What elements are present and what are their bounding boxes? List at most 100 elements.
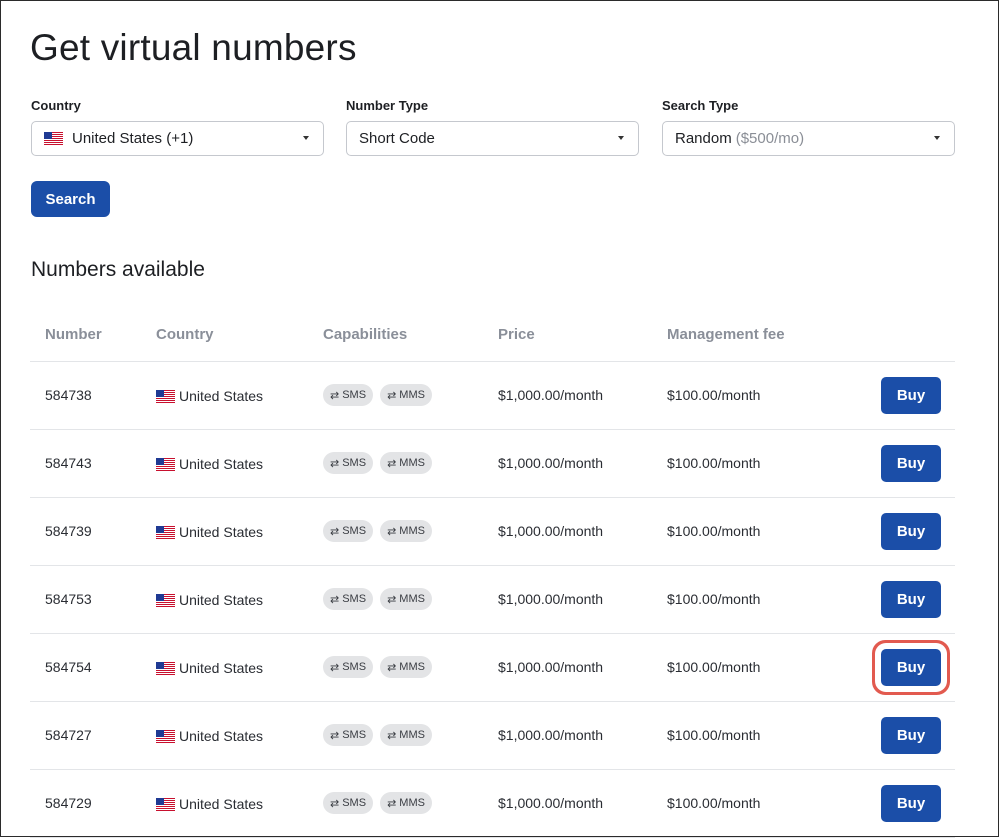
capability-badge: ⇄ MMS [380, 656, 432, 678]
search-type-select-value: Random [675, 130, 732, 147]
capabilities-cell: ⇄ SMS ⇄ MMS [323, 588, 432, 610]
capability-badge: ⇄ MMS [380, 452, 432, 474]
table-row: 584753 United States ⇄ SMS ⇄ MMS $1,000.00/mon… [30, 566, 955, 634]
country-label: Country [31, 98, 81, 113]
management-fee-cell: $100.00/month [667, 523, 761, 539]
country-name: United States [179, 388, 264, 404]
search-type-label: Search Type [662, 98, 739, 113]
management-fee-cell: $100.00/month [667, 659, 761, 675]
swap-arrows-icon: ⇄ [387, 796, 397, 810]
table-body: 584738 United States ⇄ SMS ⇄ MMS $1,000.00/mon… [30, 362, 955, 838]
country-cell: United States [156, 796, 263, 812]
caret-down-icon [934, 136, 940, 140]
buy-button[interactable]: Buy [881, 785, 941, 822]
country-cell: United States [156, 524, 263, 540]
management-fee-cell: $100.00/month [667, 387, 761, 403]
management-fee-cell: $100.00/month [667, 727, 761, 743]
swap-arrows-icon: ⇄ [387, 660, 397, 674]
us-flag-icon [156, 457, 175, 471]
table-row: 584754 United States ⇄ SMS ⇄ MMS $1,000.00/mon… [30, 634, 955, 702]
country-name: United States [179, 796, 264, 812]
swap-arrows-icon: ⇄ [330, 592, 340, 606]
price-cell: $1,000.00/month [498, 387, 604, 403]
country-select[interactable]: United States (+1) [31, 121, 324, 156]
capability-badge: ⇄ SMS [323, 792, 374, 814]
capability-label: SMS [342, 593, 367, 605]
caret-down-icon [618, 136, 624, 140]
search-type-select[interactable]: Random ($500/mo) [662, 121, 955, 156]
country-cell: United States [156, 388, 263, 404]
number-type-field: Number Type Short Code [346, 98, 639, 156]
search-type-price-hint: ($500/mo) [735, 130, 805, 147]
number-cell: 584754 [45, 659, 92, 675]
swap-arrows-icon: ⇄ [330, 728, 340, 742]
capability-label: MMS [399, 729, 425, 741]
buy-button[interactable]: Buy [881, 581, 941, 618]
country-cell: United States [156, 592, 263, 608]
swap-arrows-icon: ⇄ [387, 388, 397, 402]
results-heading: Numbers available [31, 258, 205, 281]
capabilities-cell: ⇄ SMS ⇄ MMS [323, 724, 432, 746]
capabilities-cell: ⇄ SMS ⇄ MMS [323, 792, 432, 814]
capability-badge: ⇄ SMS [323, 384, 374, 406]
price-cell: $1,000.00/month [498, 523, 604, 539]
capability-label: SMS [342, 525, 367, 537]
capability-badge: ⇄ MMS [380, 520, 432, 542]
number-cell: 584729 [45, 795, 92, 811]
price-cell: $1,000.00/month [498, 659, 604, 675]
capability-badge: ⇄ SMS [323, 724, 374, 746]
column-header-country: Country [156, 326, 214, 343]
capability-badge: ⇄ MMS [380, 792, 432, 814]
number-type-select[interactable]: Short Code [346, 121, 639, 156]
swap-arrows-icon: ⇄ [387, 524, 397, 538]
us-flag-icon [156, 389, 175, 403]
us-flag-icon [156, 525, 175, 539]
country-name: United States [179, 728, 264, 744]
country-cell: United States [156, 728, 263, 744]
swap-arrows-icon: ⇄ [387, 456, 397, 470]
capability-badge: ⇄ SMS [323, 656, 374, 678]
buy-button[interactable]: Buy [881, 377, 941, 414]
buy-button[interactable]: Buy [881, 513, 941, 550]
us-flag-icon [156, 729, 175, 743]
country-name: United States [179, 456, 264, 472]
table-row: 584738 United States ⇄ SMS ⇄ MMS $1,000.00/mon… [30, 362, 955, 430]
number-type-label: Number Type [346, 98, 429, 113]
search-type-field: Search Type Random ($500/mo) [662, 98, 955, 156]
us-flag-icon [156, 797, 175, 811]
country-name: United States [179, 524, 264, 540]
capability-label: MMS [399, 525, 425, 537]
search-button[interactable]: Search [31, 181, 110, 217]
swap-arrows-icon: ⇄ [387, 592, 397, 606]
country-name: United States [179, 592, 264, 608]
numbers-table: Number Country Capabilities Price Manage… [30, 309, 955, 838]
table-row: 584743 United States ⇄ SMS ⇄ MMS $1,000.00/mon… [30, 430, 955, 498]
swap-arrows-icon: ⇄ [330, 456, 340, 470]
capability-badge: ⇄ SMS [323, 452, 374, 474]
buy-button[interactable]: Buy [881, 717, 941, 754]
capabilities-cell: ⇄ SMS ⇄ MMS [323, 520, 432, 542]
capability-label: MMS [399, 593, 425, 605]
capability-label: MMS [399, 797, 425, 809]
buy-button[interactable]: Buy [881, 445, 941, 482]
number-cell: 584727 [45, 727, 92, 743]
us-flag-icon [156, 593, 175, 607]
capabilities-cell: ⇄ SMS ⇄ MMS [323, 452, 432, 474]
capability-badge: ⇄ MMS [380, 724, 432, 746]
capabilities-cell: ⇄ SMS ⇄ MMS [323, 656, 432, 678]
number-cell: 584738 [45, 387, 92, 403]
number-type-select-value: Short Code [359, 130, 435, 147]
management-fee-cell: $100.00/month [667, 455, 761, 471]
capability-label: SMS [342, 661, 367, 673]
management-fee-cell: $100.00/month [667, 591, 761, 607]
capability-badge: ⇄ SMS [323, 588, 374, 610]
us-flag-icon [44, 132, 63, 145]
caret-down-icon [303, 136, 309, 140]
column-header-price: Price [498, 326, 535, 343]
buy-button[interactable]: Buy [881, 649, 941, 686]
swap-arrows-icon: ⇄ [330, 388, 340, 402]
capability-label: SMS [342, 457, 367, 469]
management-fee-cell: $100.00/month [667, 795, 761, 811]
capability-label: SMS [342, 797, 367, 809]
swap-arrows-icon: ⇄ [330, 524, 340, 538]
